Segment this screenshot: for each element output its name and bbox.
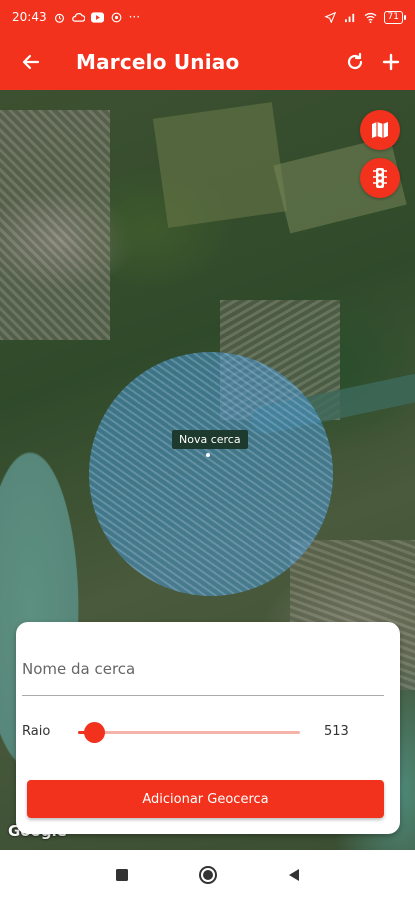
geofence-overlay [89, 352, 333, 596]
system-nav-bar [0, 850, 415, 900]
status-time: 20:43 [12, 10, 47, 24]
radius-label: Raio [22, 724, 51, 739]
arrow-left-icon [22, 54, 40, 70]
alarm-icon [54, 13, 64, 23]
map-terrain [152, 102, 288, 228]
wifi-icon [364, 12, 376, 23]
refresh-icon [347, 52, 363, 70]
radius-slider[interactable] [78, 722, 300, 744]
status-left: 20:43 ··· [12, 10, 140, 24]
system-back-button[interactable] [282, 863, 306, 887]
status-bar: 20:43 ··· 71 [0, 0, 415, 34]
status-more: ··· [128, 10, 141, 24]
map-type-button[interactable] [360, 110, 400, 150]
slider-thumb[interactable] [84, 722, 105, 743]
home-button[interactable] [196, 863, 220, 887]
circle-icon [198, 866, 217, 884]
page-title: Marcelo Uniao [76, 50, 240, 74]
geofence-label[interactable]: Nova cerca [172, 430, 248, 449]
add-button[interactable] [373, 34, 409, 90]
location-arrow-icon [323, 11, 336, 23]
target-icon [111, 12, 121, 22]
refresh-button[interactable] [337, 34, 373, 90]
map-terrain [0, 110, 110, 340]
traffic-light-icon [373, 168, 387, 188]
add-geofence-button[interactable]: Adicionar Geocerca [27, 780, 384, 818]
fence-name-input[interactable] [22, 642, 384, 696]
geofence-form-panel: Raio 513 Adicionar Geocerca [16, 622, 400, 834]
map-icon [372, 122, 388, 138]
slider-track [78, 731, 300, 734]
plus-icon [382, 53, 400, 71]
geofence-center-marker [206, 453, 210, 457]
youtube-icon [90, 11, 104, 23]
cell-signal-icon [344, 13, 354, 22]
cloud-icon [71, 12, 85, 22]
square-icon [115, 869, 128, 881]
back-triangle-icon [288, 869, 299, 881]
battery-indicator: 71 [383, 10, 407, 24]
recents-button[interactable] [110, 863, 134, 887]
status-right: 71 [323, 10, 407, 24]
radius-value: 513 [324, 724, 349, 739]
back-button[interactable] [0, 34, 62, 90]
traffic-button[interactable] [360, 158, 400, 198]
app-bar: Marcelo Uniao [0, 34, 415, 90]
